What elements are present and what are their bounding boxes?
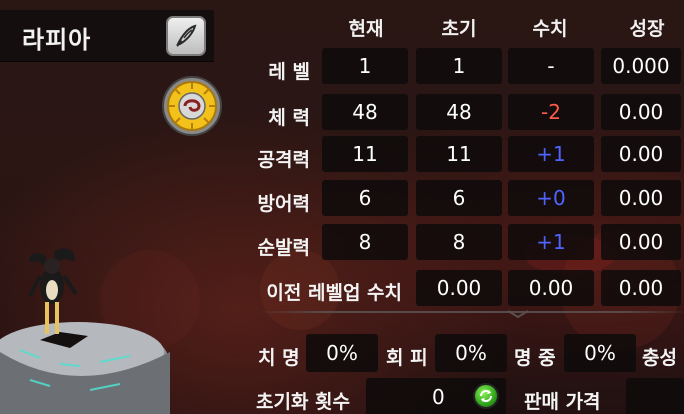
row-label-agility: 순발력 <box>257 237 310 259</box>
header-initial: 초기 <box>441 18 477 40</box>
row-label-attack: 공격력 <box>257 149 310 171</box>
cell-initial-level: 1 <box>416 48 502 84</box>
sell-price-label: 판매 가격 <box>524 391 601 413</box>
cell-value-level: - <box>508 48 594 84</box>
cell-current-level: 1 <box>322 48 408 84</box>
fire-wheel-icon <box>162 76 222 136</box>
cell-current-defense: 6 <box>322 180 408 216</box>
header-current: 현재 <box>348 18 384 40</box>
edit-name-button[interactable] <box>166 16 206 56</box>
accuracy-value: 0% <box>564 334 636 372</box>
cell-value-agility: +1 <box>508 224 594 260</box>
quill-edit-icon <box>176 24 197 47</box>
accuracy-label: 명 중 <box>514 347 556 369</box>
cell-initial-hp: 48 <box>416 94 502 130</box>
section-divider <box>258 311 684 313</box>
row-label-defense: 방어력 <box>257 193 310 215</box>
crit-value: 0% <box>306 334 378 372</box>
loyalty-label: 충성 <box>642 347 677 369</box>
reset-count-label: 초기화 횟수 <box>256 391 351 413</box>
cell-current-attack: 11 <box>322 136 408 172</box>
reset-button[interactable] <box>473 383 499 409</box>
sell-price-value <box>626 378 684 414</box>
character-sprite <box>0 248 170 414</box>
prev-levelup-value-2: 0.00 <box>508 270 594 306</box>
evade-value: 0% <box>435 334 507 372</box>
cell-current-agility: 8 <box>322 224 408 260</box>
cell-current-hp: 48 <box>322 94 408 130</box>
cell-growth-agility: 0.00 <box>601 224 681 260</box>
row-label-hp: 체 력 <box>268 107 310 129</box>
character-name: 라피아 <box>22 26 92 54</box>
prev-levelup-label: 이전 레벨업 수치 <box>266 282 402 304</box>
cell-growth-attack: 0.00 <box>601 136 681 172</box>
prev-levelup-value-1: 0.00 <box>416 270 502 306</box>
cell-initial-attack: 11 <box>416 136 502 172</box>
cell-growth-defense: 0.00 <box>601 180 681 216</box>
prev-levelup-value-3: 0.00 <box>601 270 681 306</box>
cell-initial-agility: 8 <box>416 224 502 260</box>
cell-growth-hp: 0.00 <box>601 94 681 130</box>
cell-value-hp: -2 <box>508 94 594 130</box>
evade-label: 회 피 <box>386 347 428 369</box>
cell-value-defense: +0 <box>508 180 594 216</box>
refresh-icon <box>480 390 492 402</box>
cell-initial-defense: 6 <box>416 180 502 216</box>
cell-value-attack: +1 <box>508 136 594 172</box>
crit-label: 치 명 <box>258 347 300 369</box>
divider-notch <box>508 310 528 319</box>
header-growth: 성장 <box>629 18 665 40</box>
cell-growth-level: 0.000 <box>601 48 681 84</box>
row-label-level: 레 벨 <box>268 61 310 83</box>
header-value: 수치 <box>532 18 568 40</box>
